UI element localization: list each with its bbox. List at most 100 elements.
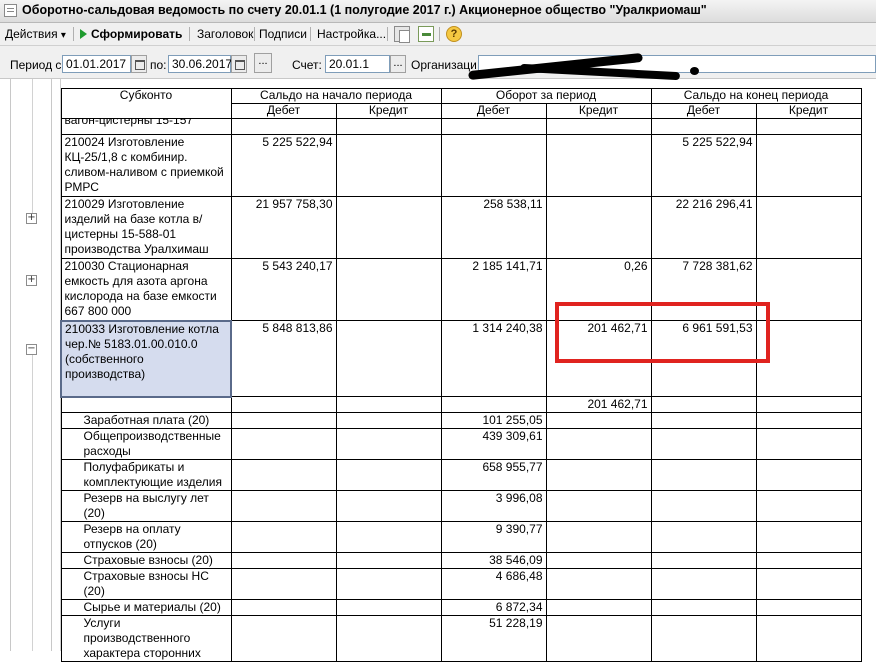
account-select-button[interactable]: ...: [390, 55, 406, 73]
cell-turnover-debit: 2 185 141,71: [440, 258, 547, 321]
cell-turnover-credit: [545, 428, 652, 460]
cell-closing-credit: [755, 196, 862, 259]
cell-closing-debit: [650, 428, 757, 460]
column-header-debit: Дебет: [440, 103, 547, 119]
cell-closing-debit: 22 216 296,41: [650, 196, 757, 259]
table-cell: [230, 118, 337, 135]
cell-closing-debit: 5 225 522,94: [650, 134, 757, 197]
table-row[interactable]: Резерв на оплату отпусков (20) 9 390,77: [60, 521, 862, 553]
cell-closing-debit: [650, 521, 757, 553]
cell-closing-credit: [755, 552, 862, 569]
table-row-cut[interactable]: вагон-цистерны 15-157: [60, 118, 862, 135]
cell-opening-debit: 21 957 758,30: [230, 196, 337, 259]
cell-closing-debit: [650, 412, 757, 429]
column-header-opening: Сальдо на начало периода: [230, 88, 442, 104]
row-subconto: 210024 Изготовление КЦ-25/1,8 с комбинир…: [60, 134, 232, 197]
expand-icon[interactable]: +: [26, 275, 37, 286]
cell-turnover-credit: [545, 568, 652, 600]
export-icon[interactable]: [418, 26, 434, 42]
settings-button[interactable]: Настройка...: [317, 26, 386, 42]
row-subconto: Резерв на оплату отпусков (20): [60, 521, 232, 553]
row-subconto: Страховые взносы (20): [60, 552, 232, 569]
actions-menu[interactable]: Действия ▾: [5, 26, 66, 42]
row-subconto: 210030 Стационарная емкость для азота ар…: [60, 258, 232, 321]
cell-opening-debit: [230, 459, 337, 491]
row-subconto: 210033 Изготовление котла чер.№ 5183.01.…: [60, 319, 232, 398]
table-row[interactable]: 210029 Изготовление изделий на базе котл…: [60, 196, 862, 259]
collapse-icon[interactable]: −: [26, 344, 37, 355]
cell-opening-debit: [230, 552, 337, 569]
period-select-button[interactable]: ...: [254, 53, 272, 73]
help-icon[interactable]: ?: [446, 26, 462, 42]
table-row[interactable]: Страховые взносы НС (20) 4 686,48: [60, 568, 862, 600]
generate-button[interactable]: Сформировать: [80, 26, 182, 42]
cell-turnover-credit: [545, 599, 652, 616]
window-title-bar: Оборотно-сальдовая ведомость по счету 20…: [0, 0, 876, 23]
header-button[interactable]: Заголовок: [197, 26, 253, 42]
toolbar-separator: [310, 27, 311, 41]
table-row[interactable]: Услуги производственного характера сторо…: [60, 615, 862, 662]
table-row[interactable]: Сырье и материалы (20) 6 872,34: [60, 599, 862, 616]
cell-opening-credit: [335, 396, 442, 413]
toolbar-separator: [387, 27, 388, 41]
cell-closing-credit: [755, 396, 862, 413]
toolbar-separator: [439, 27, 440, 41]
cell-turnover-credit: 201 462,71: [545, 396, 652, 413]
calendar-icon[interactable]: [131, 55, 147, 73]
period-from-field[interactable]: 01.01.2017: [62, 55, 131, 73]
toolbar-separator: [73, 27, 74, 41]
cell-closing-debit: [650, 615, 757, 662]
cell-turnover-credit: [545, 521, 652, 553]
cell-turnover-debit: 4 686,48: [440, 568, 547, 600]
signatures-button[interactable]: Подписи: [259, 26, 307, 42]
cell-turnover-credit: [545, 552, 652, 569]
cell-turnover-debit: 9 390,77: [440, 521, 547, 553]
table-row[interactable]: Страховые взносы (20) 38 546,09: [60, 552, 862, 569]
period-to-field[interactable]: 30.06.2017: [168, 55, 232, 73]
cell-closing-credit: [755, 490, 862, 522]
cell-opening-credit: [335, 552, 442, 569]
cell-turnover-debit: 3 996,08: [440, 490, 547, 522]
cell-turnover-credit: [545, 196, 652, 259]
column-header-credit: Кредит: [335, 103, 442, 119]
cell-closing-credit: [755, 134, 862, 197]
report-table: Субконто Сальдо на начало периода Оборот…: [60, 88, 862, 662]
cell-closing-credit: [755, 568, 862, 600]
calendar-icon[interactable]: [231, 55, 247, 73]
column-header-credit: Кредит: [545, 103, 652, 119]
toolbar: Действия ▾ Сформировать Заголовок Подпис…: [0, 23, 876, 46]
table-cell: [545, 118, 652, 135]
cell-closing-debit: [650, 490, 757, 522]
row-subconto: Заработная плата (20): [60, 412, 232, 429]
copy-icon[interactable]: [394, 26, 410, 43]
cell-turnover-credit: [545, 134, 652, 197]
column-header-turnover: Оборот за период: [440, 88, 652, 104]
cell-opening-debit: [230, 412, 337, 429]
table-cell: вагон-цистерны 15-157: [60, 118, 232, 135]
cut-row-label: вагон-цистерны 15-157: [64, 118, 194, 128]
cell-opening-credit: [335, 521, 442, 553]
cell-closing-credit: [755, 521, 862, 553]
cell-closing-debit: [650, 459, 757, 491]
account-label: Счет:: [292, 58, 322, 72]
cell-turnover-debit: 38 546,09: [440, 552, 547, 569]
account-field[interactable]: 20.01.1: [325, 55, 390, 73]
cell-closing-credit: [755, 258, 862, 321]
table-row[interactable]: Общепроизводственные расходы 439 309,61: [60, 428, 862, 460]
table-row[interactable]: Резерв на выслугу лет (20) 3 996,08: [60, 490, 862, 522]
cell-closing-debit: [650, 552, 757, 569]
row-subconto: 210029 Изготовление изделий на базе котл…: [60, 196, 232, 259]
cell-opening-debit: [230, 599, 337, 616]
cell-closing-credit: [755, 615, 862, 662]
table-cell: [440, 118, 547, 135]
expand-icon[interactable]: +: [26, 213, 37, 224]
dropdown-arrow-icon: ▾: [60, 30, 66, 41]
cell-turnover-debit: 6 872,34: [440, 599, 547, 616]
row-subconto: Резерв на выслугу лет (20): [60, 490, 232, 522]
cell-closing-debit: [650, 599, 757, 616]
table-row[interactable]: Заработная плата (20) 101 255,05: [60, 412, 862, 429]
period-to-label: по:: [150, 58, 167, 72]
table-row[interactable]: Полуфабрикаты и комплектующие изделия 65…: [60, 459, 862, 491]
table-row[interactable]: 210024 Изготовление КЦ-25/1,8 с комбинир…: [60, 134, 862, 197]
table-row[interactable]: 201 462,71: [60, 396, 862, 413]
